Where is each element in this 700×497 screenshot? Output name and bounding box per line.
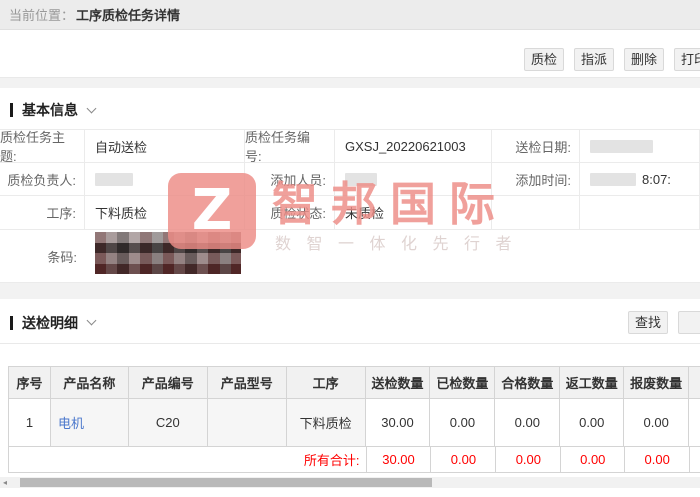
col-header: 报废数量 <box>624 367 690 399</box>
page-title: 工序质检任务详情 <box>76 8 181 23</box>
detail-table-wrapper: 序号 产品名称 产品编号 产品型号 工序 送检数量 已检数量 合格数量 返工数量… <box>0 344 700 473</box>
total-label: 所有合计: <box>286 447 366 473</box>
added-time-label: 添加时间: <box>492 163 580 196</box>
redacted-block <box>95 172 133 186</box>
cell-process: 下料质检 <box>286 399 366 447</box>
detail-section: 送检明细 查找 序号 产品名称 产品编号 产品型号 工序 送检数量 已检数量 合… <box>0 299 700 488</box>
table-total-row: 所有合计: 30.00 0.00 0.00 0.00 0.00 <box>9 447 700 473</box>
status-label: 质检状态: <box>245 196 335 230</box>
col-header: 序号 <box>9 367 51 399</box>
status-value: 未质检 <box>335 196 492 230</box>
added-time-suffix: 8:07: <box>642 171 671 187</box>
basic-info-header: 基本信息 <box>0 88 700 129</box>
scrollbar-thumb[interactable] <box>20 478 432 487</box>
detail-table: 序号 产品名称 产品编号 产品型号 工序 送检数量 已检数量 合格数量 返工数量… <box>8 366 700 473</box>
col-header: 产品型号 <box>207 367 287 399</box>
redacted-barcode-block <box>95 232 241 274</box>
table-header-row: 序号 产品名称 产品编号 产品型号 工序 送检数量 已检数量 合格数量 返工数量… <box>9 367 700 399</box>
cell-checked-qty: 0.00 <box>430 399 496 447</box>
detail-title: 送检明细 <box>22 314 78 331</box>
print-button[interactable]: 打印 <box>673 48 700 71</box>
basic-info-title: 基本信息 <box>22 102 78 118</box>
section-divider <box>0 78 700 88</box>
subject-label: 质检任务主题: <box>0 130 85 163</box>
assign-button[interactable]: 指派 <box>573 48 614 71</box>
total-sent-qty: 30.00 <box>365 447 431 473</box>
barcode-value <box>85 230 700 283</box>
col-header: 产品名称 <box>50 367 129 399</box>
basic-info-section: 基本信息 质检任务主题: 自动送检 质检任务编号: GXSJ_202206210… <box>0 88 700 283</box>
total-filler <box>689 447 700 473</box>
col-header: 合格数量 <box>495 367 561 399</box>
basic-info-form: 质检任务主题: 自动送检 质检任务编号: GXSJ_20220621003 送检… <box>0 129 700 283</box>
cell-filler <box>689 399 700 447</box>
section-divider <box>0 283 700 299</box>
send-date-value <box>580 130 700 163</box>
col-header: 产品编号 <box>128 367 208 399</box>
action-toolbar: 质检 指派 删除 打印 <box>0 30 700 78</box>
task-no-label: 质检任务编号: <box>245 130 335 163</box>
cell-rework-qty: 0.00 <box>560 399 625 447</box>
section-marker <box>10 103 13 117</box>
redacted-block <box>590 139 653 153</box>
send-date-label: 送检日期: <box>492 130 580 163</box>
process-value: 下料质检 <box>85 196 245 230</box>
col-header: 送检数量 <box>365 367 431 399</box>
total-rework-qty: 0.00 <box>560 447 625 473</box>
empty-label-cell <box>492 196 580 230</box>
subject-value: 自动送检 <box>85 130 245 163</box>
find-button[interactable]: 查找 <box>627 311 668 334</box>
col-header-filler <box>689 367 700 399</box>
detail-header: 送检明细 查找 <box>0 299 700 343</box>
total-scrap-qty: 0.00 <box>624 447 690 473</box>
cutoff-button[interactable] <box>678 311 700 334</box>
cell-product-model <box>207 399 287 447</box>
inspector-label: 质检负责人: <box>0 163 85 196</box>
total-blank <box>9 447 287 473</box>
empty-value-cell <box>580 196 700 230</box>
cell-product-code: C20 <box>128 399 208 447</box>
added-time-value: 8:07: <box>580 163 700 196</box>
delete-button[interactable]: 删除 <box>623 48 664 71</box>
barcode-label: 条码: <box>0 230 85 283</box>
total-checked-qty: 0.00 <box>430 447 496 473</box>
cell-passed-qty: 0.00 <box>495 399 561 447</box>
inspect-button[interactable]: 质检 <box>523 48 564 71</box>
cell-index: 1 <box>9 399 51 447</box>
total-passed-qty: 0.00 <box>495 447 561 473</box>
redacted-block <box>345 172 377 186</box>
horizontal-scrollbar[interactable]: ◂ <box>0 477 700 488</box>
cell-product-name: 电机 <box>50 399 129 447</box>
scroll-left-arrow-icon[interactable]: ◂ <box>3 477 7 488</box>
process-label: 工序: <box>0 196 85 230</box>
col-header: 工序 <box>286 367 366 399</box>
added-by-value <box>335 163 492 196</box>
cell-scrap-qty: 0.00 <box>624 399 690 447</box>
col-header: 已检数量 <box>430 367 496 399</box>
table-row: 1 电机 C20 下料质检 30.00 0.00 0.00 0.00 0.00 <box>9 399 700 447</box>
product-link[interactable]: 电机 <box>58 413 84 432</box>
task-no-value: GXSJ_20220621003 <box>335 130 492 163</box>
chevron-down-icon[interactable] <box>86 103 97 113</box>
col-header: 返工数量 <box>560 367 625 399</box>
cell-sent-qty: 30.00 <box>365 399 431 447</box>
breadcrumb-bar: 当前位置： 工序质检任务详情 <box>0 0 700 30</box>
chevron-down-icon[interactable] <box>86 315 97 326</box>
inspector-value <box>85 163 245 196</box>
section-marker <box>10 315 13 330</box>
breadcrumb-prefix: 当前位置： <box>9 8 75 23</box>
added-by-label: 添加人员: <box>245 163 335 196</box>
redacted-block <box>590 172 636 186</box>
